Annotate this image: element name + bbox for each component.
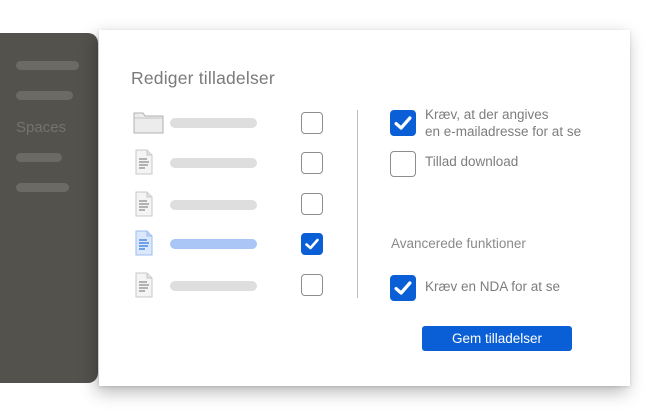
file-select-checkbox[interactable] (301, 152, 323, 174)
column-divider (357, 110, 358, 298)
folder-icon (133, 112, 164, 134)
require-nda-label: Kræv en NDA for at se (425, 279, 561, 294)
checkmark-icon (305, 238, 319, 250)
sidebar: Spaces (0, 33, 98, 383)
sidebar-placeholder-item[interactable] (16, 153, 62, 162)
file-select-checkbox[interactable] (301, 112, 323, 134)
document-icon (135, 191, 153, 217)
checkmark-icon (394, 281, 412, 295)
dialog-title: Rediger tilladelser (131, 68, 275, 88)
advanced-features-heading: Avancerede funktioner (391, 236, 526, 251)
file-select-checkbox[interactable] (301, 193, 323, 215)
require-email-checkbox[interactable] (390, 110, 416, 136)
sidebar-spaces-label[interactable]: Spaces (16, 119, 66, 136)
sidebar-placeholder-item[interactable] (16, 91, 73, 100)
sidebar-placeholder-item[interactable] (16, 183, 69, 192)
require-email-label-line2: en e-mailadresse for at se (425, 124, 582, 139)
edit-permissions-dialog: Rediger tilladelser Kræv, at der angives… (99, 30, 630, 386)
sidebar-placeholder-item[interactable] (16, 61, 79, 70)
checkmark-icon (394, 116, 412, 130)
document-icon (135, 230, 153, 256)
require-nda-checkbox[interactable] (390, 275, 416, 301)
allow-download-label: Tillad download (425, 154, 519, 169)
document-icon (135, 149, 153, 175)
file-name-placeholder (170, 281, 257, 291)
allow-download-checkbox[interactable] (390, 151, 416, 177)
document-icon (135, 272, 153, 298)
file-name-placeholder (170, 158, 257, 168)
save-permissions-button[interactable]: Gem tilladelser (422, 326, 572, 351)
require-email-label-line1: Kræv, at der angives (425, 107, 549, 122)
file-name-placeholder (170, 118, 257, 128)
file-select-checkbox[interactable] (301, 233, 323, 255)
file-name-placeholder (170, 200, 257, 210)
file-name-placeholder (170, 239, 257, 249)
file-select-checkbox[interactable] (301, 274, 323, 296)
